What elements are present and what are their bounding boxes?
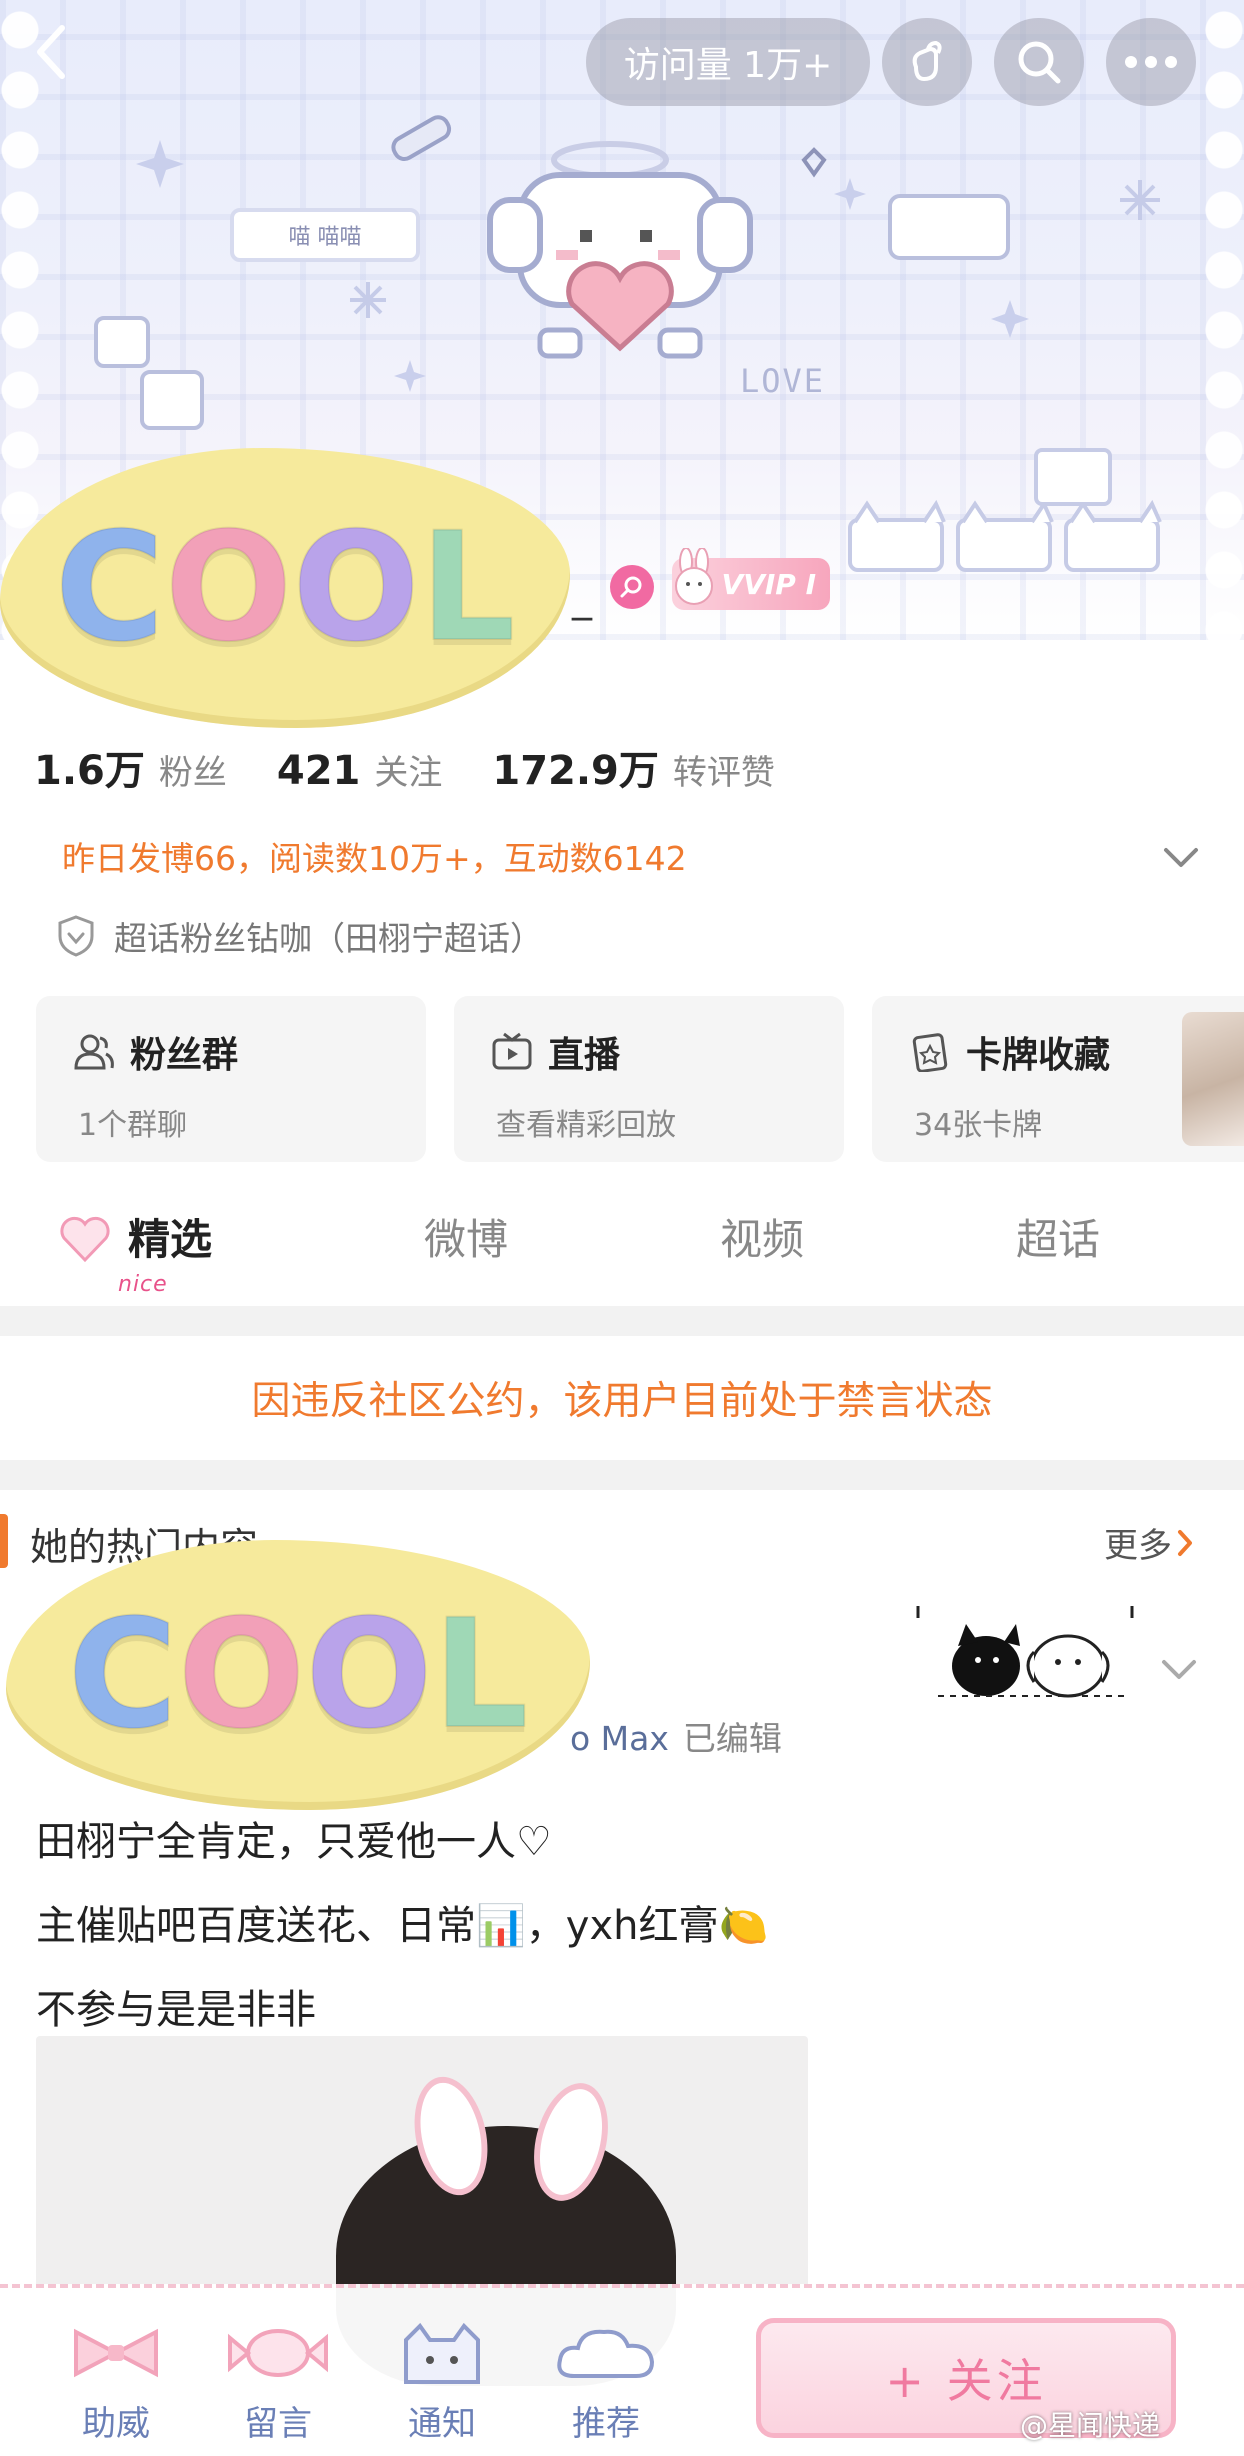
tab-active-badge: nice [118,1272,168,1297]
stat-label: 关注 [374,753,443,793]
sticker-letter: O [177,1588,307,1762]
search-button[interactable] [994,18,1084,106]
post-line: 田栩宁全肯定，只爱他一人♡ [36,1819,552,1865]
heart-icon [60,1216,110,1263]
tab-weibo[interactable]: 微博 [424,1206,508,1267]
profile-stats: 1.6万 粉丝 421 关注 172.9万 转评赞 [34,738,825,798]
stat-interactions[interactable]: 172.9万 转评赞 [492,738,775,796]
more-link[interactable]: 更多 [1104,1518,1198,1567]
bow-icon [74,2328,158,2378]
tab-supertopic[interactable]: 超话 [1016,1206,1100,1267]
bunny-icon [675,548,713,605]
username-visible-part: _ [572,575,592,621]
cats-doodle-icon [916,1606,1134,1698]
search-icon [1018,41,1061,84]
post-line: 主催贴吧百度送花、日常📊，yxh红膏🍋 [36,1903,769,1949]
section-divider [0,1306,1244,1336]
stat-number: 421 [276,748,361,794]
expand-profile-button[interactable] [1158,838,1204,878]
tab-video[interactable]: 视频 [720,1206,804,1267]
shield-icon [58,915,94,957]
daily-summary: 昨日发博66，阅读数10万+，互动数6142 [62,839,687,878]
sticker-letters: C O O L [0,448,570,728]
sticker-letter: O [164,501,294,675]
more-label: 更多 [1104,1526,1172,1566]
ban-notice: 因违反社区公约，该用户目前处于禁言状态 [251,1379,993,1424]
card-title: 粉丝群 [130,1035,239,1076]
post-meta: o Max 已编辑 [570,1712,782,1760]
watermark: @星闻快递 [1020,2404,1160,2444]
stat-following[interactable]: 421 关注 [277,745,443,794]
search-badge-icon [620,576,642,598]
cloud-icon [557,2329,655,2378]
chevron-right-icon [1178,1529,1192,1556]
card-subtitle: 34张卡牌 [914,1108,1043,1143]
cheer-button[interactable]: 助威 [56,2318,176,2448]
verified-badge[interactable] [610,565,654,609]
pixel-puppy-illustration [487,141,753,359]
cat-icon [404,2322,480,2384]
card-subtitle: 查看精彩回放 [496,1108,676,1143]
sticker-letter: O [304,1588,434,1762]
back-button[interactable] [22,22,82,82]
post-edited-label: 已编辑 [682,1719,782,1758]
sticker-letter: C [67,1588,179,1762]
banner-meow-tag: 喵 喵喵 [230,208,420,262]
vvip-badge[interactable]: VVIP I [672,548,830,610]
card-thumbnail-image[interactable] [1182,1012,1244,1146]
stat-label: 粉丝 [158,753,227,793]
chevron-down-icon [1164,848,1198,867]
chevron-down-icon [1162,1660,1196,1679]
candy-icon [228,2329,328,2377]
cool-sticker-overlay-post: C O O L [6,1540,590,1810]
post-device: o Max [570,1719,669,1758]
recommend-button[interactable]: 推荐 [546,2318,666,2448]
sticker-letter: C [54,501,166,675]
sticker-letter: L [432,1588,530,1762]
supertopic-label: 超话粉丝钻咖（田栩宁超话） [114,919,543,958]
sticker-letter: O [291,501,421,675]
tab-featured[interactable]: 精选 [128,1206,212,1267]
back-arrow-icon [37,25,65,79]
stat-followers[interactable]: 1.6万 粉丝 [34,738,227,796]
post-body[interactable]: 田栩宁全肯定，只爱他一人♡ 主催贴吧百度送花、日常📊，yxh红膏🍋 不参与是是非… [36,1800,768,2052]
ellipsis-icon [1125,56,1177,68]
card-title: 卡牌收藏 [966,1035,1111,1076]
stat-number: 172.9万 [492,748,659,794]
sticker-letters: C O O L [6,1540,590,1810]
profile-tabs: 精选 nice 微博 视频 超话 [0,1196,1244,1306]
supertopic-fan-level[interactable]: 超话粉丝钻咖（田栩宁超话） [56,912,543,960]
post-options-button[interactable] [1156,1650,1202,1690]
gift-button[interactable] [882,18,972,106]
more-options-button[interactable] [1106,18,1196,106]
notify-button[interactable]: 通知 [382,2318,502,2448]
cool-sticker-overlay-top: C O O L [0,448,570,728]
card-subtitle: 1个群聊 [78,1108,188,1143]
message-button[interactable]: 留言 [218,2318,338,2448]
notify-label: 通知 [408,2404,476,2444]
section-divider [0,1460,1244,1490]
message-label: 留言 [244,2404,312,2444]
card-live[interactable]: 直播 查看精彩回放 [454,996,844,1162]
cheer-label: 助威 [82,2404,150,2444]
tv-icon [492,1032,532,1070]
hand-heart-icon [912,40,942,82]
card-fan-group[interactable]: 粉丝群 1个群聊 [36,996,426,1162]
visits-counter-pill[interactable]: 访问量 1万+ [586,18,870,106]
stat-label: 转评赞 [672,753,775,793]
watermark-text: @星闻快递 [1020,2409,1161,2442]
sticker-letter: L [419,501,517,675]
feature-cards: 粉丝群 1个群聊 直播 查看精彩回放 卡牌收藏 34张卡牌 [36,996,1244,1162]
stat-number: 1.6万 [34,748,145,794]
vvip-label: VVIP I [721,567,816,601]
card-icon [912,1033,948,1072]
top-nav-bar: 访问量 1万+ [0,10,1244,106]
group-icon [74,1034,114,1070]
recommend-label: 推荐 [572,2404,640,2444]
card-title: 直播 [548,1035,621,1076]
